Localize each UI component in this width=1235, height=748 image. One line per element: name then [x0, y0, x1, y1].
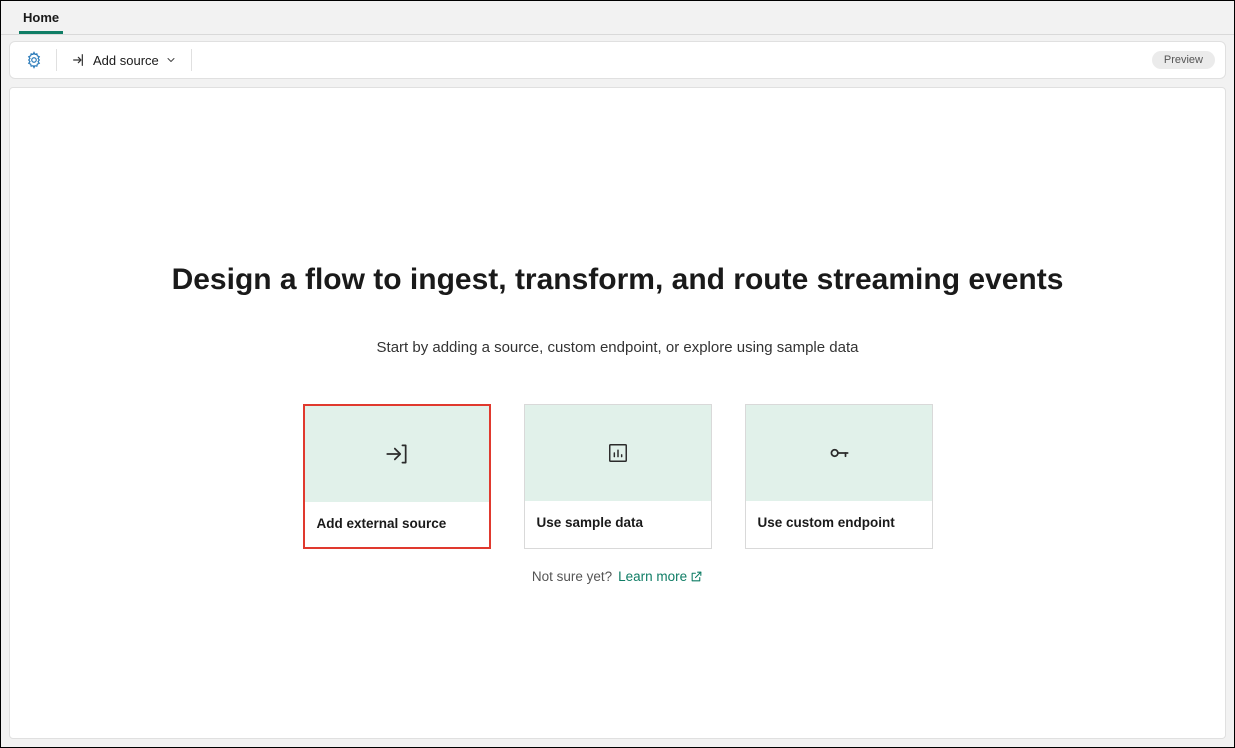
- footer-hint: Not sure yet? Learn more: [532, 569, 703, 584]
- arrow-in-icon: [384, 441, 410, 467]
- card-icon-area: [525, 405, 711, 501]
- card-add-external-source[interactable]: Add external source: [303, 404, 491, 549]
- external-link-icon: [690, 570, 703, 583]
- card-row: Add external source Use sample data: [303, 404, 933, 549]
- page-title: Design a flow to ingest, transform, and …: [172, 263, 1064, 297]
- card-use-custom-endpoint[interactable]: Use custom endpoint: [745, 404, 933, 549]
- toolbar-divider: [191, 49, 192, 71]
- card-icon-area: [746, 405, 932, 501]
- footer-prompt: Not sure yet?: [532, 569, 612, 584]
- learn-more-link[interactable]: Learn more: [618, 569, 703, 584]
- learn-more-label: Learn more: [618, 569, 687, 584]
- settings-button[interactable]: [20, 46, 48, 74]
- toolbar-divider: [56, 49, 57, 71]
- card-label: Use sample data: [525, 501, 711, 546]
- chevron-down-icon: [165, 54, 177, 66]
- tab-home[interactable]: Home: [19, 2, 63, 34]
- key-icon: [826, 440, 852, 466]
- card-use-sample-data[interactable]: Use sample data: [524, 404, 712, 549]
- bar-chart-icon: [607, 442, 629, 464]
- page-subtitle: Start by adding a source, custom endpoin…: [377, 339, 859, 356]
- card-icon-area: [305, 406, 489, 502]
- card-label: Use custom endpoint: [746, 501, 932, 546]
- toolbar: Add source Preview: [9, 41, 1226, 79]
- card-label: Add external source: [305, 502, 489, 547]
- tab-strip: Home: [1, 1, 1234, 35]
- gear-icon: [25, 51, 43, 69]
- arrow-in-icon: [71, 52, 87, 68]
- add-source-button[interactable]: Add source: [65, 48, 183, 72]
- app-shell: Home Add source: [0, 0, 1235, 748]
- canvas: Design a flow to ingest, transform, and …: [9, 87, 1226, 739]
- preview-badge: Preview: [1152, 51, 1215, 69]
- add-source-label: Add source: [93, 53, 159, 68]
